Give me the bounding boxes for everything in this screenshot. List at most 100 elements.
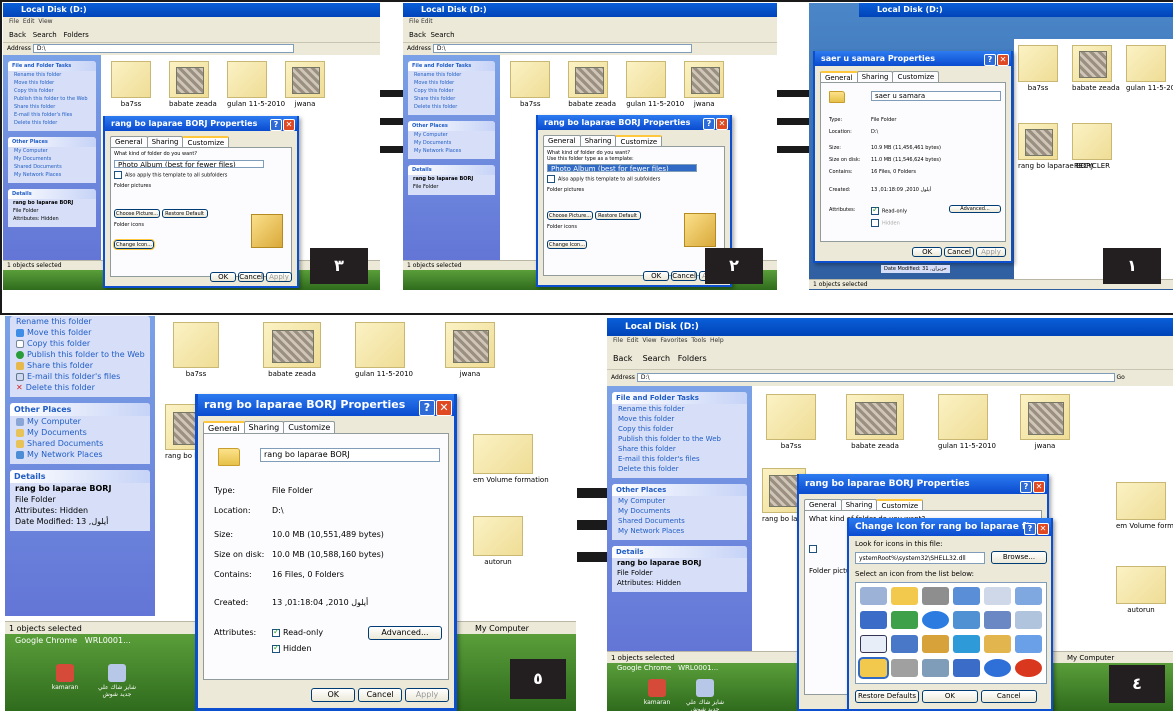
file-thumb[interactable]: babate zeada: [169, 61, 217, 108]
template-select[interactable]: Photo Album (best for fewer files): [547, 164, 697, 172]
browse-button[interactable]: Browse...: [991, 551, 1047, 564]
task-copy[interactable]: Copy this folder: [8, 87, 96, 95]
tab-sharing[interactable]: Sharing: [243, 421, 285, 433]
readonly-checkbox[interactable]: [272, 627, 280, 637]
task-rename[interactable]: Rename this folder: [10, 316, 150, 327]
taskbar-wrl[interactable]: WRL0001...: [85, 636, 131, 645]
help-button[interactable]: ?: [703, 118, 715, 130]
place-shared-documents[interactable]: Shared Documents: [10, 438, 150, 449]
close-button[interactable]: ✕: [436, 400, 452, 416]
help-button[interactable]: ?: [1024, 523, 1036, 535]
menu-edit[interactable]: Edit: [23, 18, 35, 25]
menu-view[interactable]: View: [38, 18, 52, 25]
file-thumb[interactable]: gulan 11-5-2010: [227, 61, 285, 108]
task-move[interactable]: Move this folder: [10, 327, 150, 338]
choose-picture-button[interactable]: Choose Picture...: [547, 211, 593, 220]
change-icon-button[interactable]: Change Icon...: [547, 240, 587, 249]
ok-button[interactable]: OK: [311, 688, 356, 702]
task-publish[interactable]: Publish this folder to the Web: [10, 349, 150, 360]
desktop-icon-folder[interactable]: شايز شاك علي جديد شوش: [97, 664, 137, 698]
task-email[interactable]: E-mail this folder's files: [10, 371, 150, 382]
task-publish[interactable]: Publish this folder to the Web: [8, 95, 96, 103]
file-thumb[interactable]: gulan 11-5-2010: [626, 61, 684, 108]
choose-picture-button[interactable]: Choose Picture...: [114, 209, 160, 218]
file-thumb[interactable]: rang bo laparae BORJ: [1018, 123, 1093, 170]
icon-list[interactable]: [855, 582, 1047, 684]
tab-sharing[interactable]: Sharing: [840, 499, 878, 510]
file-thumb[interactable]: babate zeada: [263, 322, 321, 380]
cancel-button[interactable]: Cancel: [238, 272, 265, 282]
file-thumb[interactable]: babate zeada: [846, 394, 904, 452]
file-thumb[interactable]: jwana: [445, 322, 495, 380]
file-thumb[interactable]: gulan 11-5-2010: [938, 394, 996, 452]
apply-button[interactable]: Apply: [405, 688, 449, 702]
tab-sharing[interactable]: Sharing: [856, 71, 894, 82]
folders-button[interactable]: Folders: [63, 31, 88, 39]
place-my-computer[interactable]: My Computer: [10, 416, 150, 427]
file-thumb[interactable]: RECYCLER: [1072, 123, 1112, 170]
search-button[interactable]: Search: [643, 354, 670, 363]
folders-button[interactable]: Folders: [678, 354, 707, 363]
file-thumb[interactable]: ba7ss: [173, 322, 219, 380]
address-input[interactable]: D:\: [32, 44, 294, 53]
tab-general[interactable]: General: [543, 135, 581, 146]
ok-button[interactable]: OK: [921, 690, 978, 703]
close-button[interactable]: ✕: [1033, 481, 1045, 493]
file-thumb[interactable]: gulan 11-5-2010: [1126, 45, 1173, 92]
cancel-button[interactable]: Cancel: [358, 688, 403, 702]
readonly-checkbox[interactable]: [871, 205, 879, 215]
search-button[interactable]: Search: [430, 31, 454, 39]
file-thumb[interactable]: ba7ss: [1018, 45, 1058, 92]
advanced-button[interactable]: Advanced...: [368, 626, 442, 640]
place-my-computer[interactable]: My Computer: [8, 147, 96, 155]
place-shared-documents[interactable]: Shared Documents: [8, 163, 96, 171]
back-button[interactable]: Back: [409, 31, 426, 39]
apply-button[interactable]: Apply: [976, 247, 1006, 257]
place-network[interactable]: My Network Places: [10, 449, 150, 460]
tab-general[interactable]: General: [110, 136, 148, 147]
taskbar-chrome[interactable]: Google Chrome: [15, 636, 77, 645]
close-button[interactable]: ✕: [1037, 523, 1049, 535]
address-input[interactable]: D:\: [432, 44, 692, 53]
file-thumb[interactable]: em Volume formation: [1116, 482, 1173, 530]
hidden-checkbox[interactable]: [272, 643, 280, 653]
menu-file[interactable]: File: [9, 18, 19, 25]
file-thumb[interactable]: autorun: [473, 516, 523, 566]
close-button[interactable]: ✕: [283, 119, 295, 131]
help-button[interactable]: ?: [419, 400, 435, 416]
task-share[interactable]: Share this folder: [10, 360, 150, 371]
desktop-icon-kamaran[interactable]: kamaran: [45, 664, 85, 691]
file-thumb[interactable]: ba7ss: [510, 61, 551, 108]
close-button[interactable]: ✕: [997, 54, 1009, 66]
change-icon-button[interactable]: Change Icon...: [113, 239, 155, 250]
task-share[interactable]: Share this folder: [8, 103, 96, 111]
folder-name-input[interactable]: saer u samara: [871, 91, 1001, 101]
tab-sharing[interactable]: Sharing: [579, 135, 617, 146]
place-my-documents[interactable]: My Documents: [8, 155, 96, 163]
help-button[interactable]: ?: [270, 119, 282, 131]
hidden-checkbox[interactable]: [871, 219, 879, 227]
also-apply-checkbox[interactable]: [547, 175, 555, 183]
desktop-icon-kamaran[interactable]: kamaran: [637, 679, 677, 706]
file-thumb[interactable]: babate zeada: [1072, 45, 1120, 92]
ok-button[interactable]: OK: [912, 247, 943, 257]
task-copy[interactable]: Copy this folder: [10, 338, 150, 349]
help-button[interactable]: ?: [1020, 481, 1032, 493]
ok-button[interactable]: OK: [643, 271, 670, 281]
file-thumb[interactable]: em Volume formation: [473, 434, 549, 484]
cancel-button[interactable]: Cancel: [944, 247, 975, 257]
task-move[interactable]: Move this folder: [8, 79, 96, 87]
tab-customize[interactable]: Customize: [283, 421, 336, 433]
icon-file-input[interactable]: ystemRoot%\system32\SHELL32.dll: [855, 552, 985, 564]
help-button[interactable]: ?: [984, 54, 996, 66]
back-button[interactable]: Back: [9, 31, 26, 39]
ok-button[interactable]: OK: [210, 272, 237, 282]
restore-defaults-button[interactable]: Restore Defaults: [855, 690, 919, 703]
place-network[interactable]: My Network Places: [8, 171, 96, 179]
file-thumb[interactable]: autorun: [1116, 566, 1166, 614]
cancel-button[interactable]: Cancel: [671, 271, 698, 281]
tab-general[interactable]: General: [804, 499, 842, 510]
file-thumb[interactable]: gulan 11-5-2010: [355, 322, 413, 380]
also-apply-checkbox[interactable]: [114, 171, 122, 179]
go-button[interactable]: Go: [1116, 374, 1124, 381]
